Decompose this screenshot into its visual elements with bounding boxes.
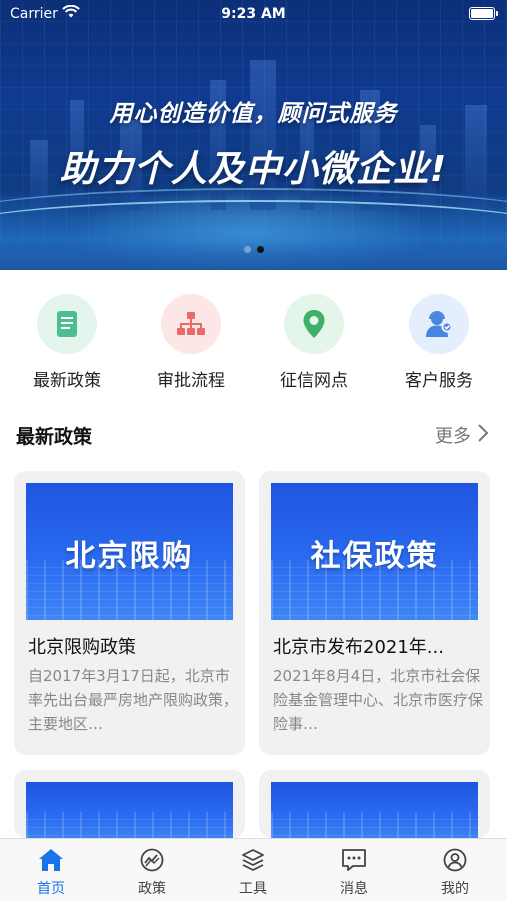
policy-card-image	[26, 782, 233, 838]
clock: 9:23 AM	[221, 6, 286, 22]
battery-icon	[469, 7, 498, 20]
layers-icon	[213, 847, 293, 873]
banner-slogan-line2: 助力个人及中小微企业!	[59, 149, 448, 190]
tab-label: 政策	[138, 881, 166, 897]
carousel-dot[interactable]	[243, 246, 251, 253]
policy-card-image: 北京限购	[26, 483, 233, 620]
more-link[interactable]: 更多	[435, 422, 489, 448]
policy-card-title: 北京市发布2021年...	[273, 637, 444, 658]
quick-actions: 最新政策 审批流程 征信网点 客户服务	[0, 294, 507, 394]
policy-card-image-caption: 社保政策	[310, 539, 439, 574]
policy-card-title: 北京限购政策	[28, 637, 136, 658]
image-city-pattern	[271, 812, 478, 838]
banner-slogan-line1: 用心创造价值，顾问式服务	[109, 101, 398, 127]
tab-label: 消息	[340, 881, 368, 897]
location-pin-icon	[284, 294, 344, 354]
quick-action-latest-policy[interactable]: 最新政策	[17, 294, 117, 391]
quick-action-approval-process[interactable]: 审批流程	[141, 294, 241, 391]
quick-action-label: 最新政策	[33, 371, 101, 391]
section-title: 最新政策	[16, 426, 93, 448]
customer-service-icon	[409, 294, 469, 354]
tab-label: 我的	[441, 881, 469, 897]
tab-messages[interactable]: 消息	[314, 847, 394, 898]
tab-label: 首页	[37, 881, 65, 897]
document-icon	[37, 294, 97, 354]
chevron-right-icon	[477, 423, 489, 448]
carousel-page-indicator[interactable]	[0, 246, 507, 253]
quick-action-label: 客户服务	[405, 371, 473, 391]
tab-policy[interactable]: 政策	[112, 847, 192, 898]
tab-label: 工具	[239, 881, 267, 897]
message-icon	[314, 847, 394, 873]
tab-profile[interactable]: 我的	[415, 847, 495, 898]
home-icon	[11, 847, 91, 873]
org-chart-icon	[161, 294, 221, 354]
policy-card[interactable]	[259, 770, 490, 838]
policy-card-image-caption: 北京限购	[65, 539, 194, 574]
more-label: 更多	[435, 426, 471, 447]
profile-icon	[415, 847, 495, 873]
quick-action-credit-outlets[interactable]: 征信网点	[264, 294, 364, 391]
quick-action-customer-service[interactable]: 客户服务	[389, 294, 489, 391]
policy-card[interactable]: 北京限购 北京限购政策 自2017年3月17日起，北京市率先出台最严房地产限购政…	[14, 471, 245, 755]
policy-card-description: 自2017年3月17日起，北京市率先出台最严房地产限购政策，主要地区…	[28, 667, 238, 733]
status-bar: Carrier 9:23 AM	[0, 0, 507, 28]
tab-tools[interactable]: 工具	[213, 847, 293, 898]
quick-action-label: 征信网点	[280, 371, 348, 391]
tab-bar: 首页 政策 工具 消息 我的	[0, 838, 507, 901]
policy-card-image: 社保政策	[271, 483, 478, 620]
banner-light-arc	[0, 188, 507, 250]
policy-card[interactable]: 社保政策 北京市发布2021年... 2021年8月4日，北京市社会保险基金管理…	[259, 471, 490, 755]
quick-action-label: 审批流程	[157, 371, 225, 391]
policy-card[interactable]	[14, 770, 245, 838]
banner-carousel[interactable]: 用心创造价值，顾问式服务 助力个人及中小微企业!	[0, 0, 507, 270]
trend-icon	[112, 847, 192, 873]
policy-card-description: 2021年8月4日，北京市社会保险基金管理中心、北京市医疗保险事…	[273, 667, 483, 733]
policy-card-image	[271, 782, 478, 838]
image-city-pattern	[26, 812, 233, 838]
carousel-dot-active[interactable]	[256, 246, 264, 253]
tab-home[interactable]: 首页	[11, 847, 91, 898]
